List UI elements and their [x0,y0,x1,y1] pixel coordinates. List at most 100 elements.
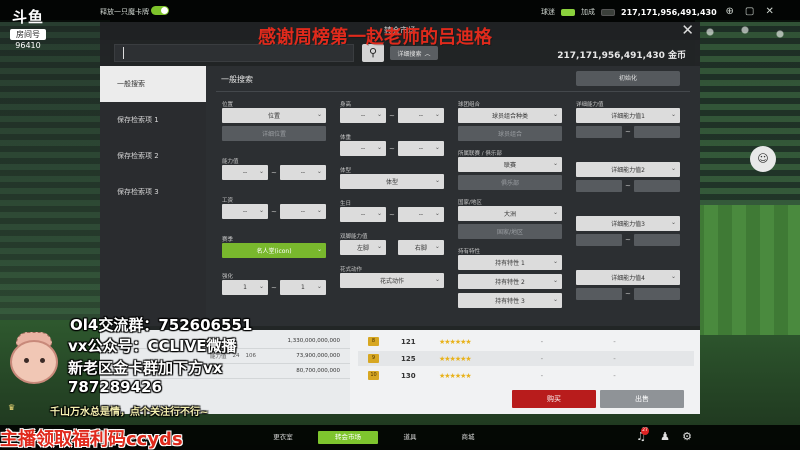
bodytype-select[interactable]: 体型 ⌄ [340,174,444,189]
left-foot-select[interactable]: 左脚 ⌄ [340,240,386,255]
birth-min-select[interactable]: -- ⌄ [340,207,386,222]
text-caret [123,47,124,59]
weight-min-select[interactable]: -- ⌄ [340,141,386,156]
topbar-right-group: 球迷 加成 217,171,956,491,430 ⊕ ▢ ✕ [541,5,777,19]
stat-3-max[interactable] [633,234,680,246]
overlay-group-qq: Ol4交流群：752606551 [70,316,253,334]
stat-1-min[interactable] [576,126,622,138]
sidebar-item-saved-2[interactable]: 保存检索项 2 [100,138,206,174]
coin-balance: 217,171,956,491,430 金币 [557,51,686,61]
club-combo-select[interactable]: 球员组合 [458,126,562,141]
league-select[interactable]: 联赛 ⌄ [458,157,562,172]
foot-selects: 左脚⌄ ~ 右脚⌄ [340,240,444,255]
salary-range: -- ⌄ ~ -- ⌄ [222,204,326,219]
stat-1-value: 详细能力值1 [611,113,645,120]
range-tilde: ~ [389,111,395,120]
league-label: 所属联赛 / 俱乐部 [458,151,502,157]
ability-min-select[interactable]: -- ⌄ [222,165,268,180]
window-icon[interactable]: ▢ [743,5,757,19]
chevron-down-icon: ⌄ [316,207,322,214]
range-tilde: ~ [625,182,631,190]
top-status-bar: 释放一只魔卡牌 球迷 加成 217,171,956,491,430 ⊕ ▢ ✕ [0,0,800,22]
topbar-coins: 217,171,956,491,430 [621,7,717,17]
close-icon[interactable]: ✕ [763,5,777,19]
range-tilde: ~ [389,210,395,219]
stat-2-select[interactable]: 详细能力值2 ⌄ [576,162,680,177]
stat-1-select[interactable]: 详细能力值1 ⌄ [576,108,680,123]
chevron-down-icon: ⌄ [316,111,322,118]
trait-1-value: 持有特性 1 [495,260,525,267]
gear-icon[interactable]: ⚙ [680,430,694,444]
plus-icon[interactable]: ⊕ [723,5,737,19]
friends-icon[interactable]: ♟ [658,430,672,444]
sidebar-item-saved-1[interactable]: 保存检索项 1 [100,102,206,138]
grade-min-select[interactable]: 1 ⌄ [222,280,268,295]
pitch [690,205,800,335]
sidebar-item-general-search[interactable]: 一般搜索 [100,66,206,102]
birth-min-value: -- [360,211,366,218]
height-max-select[interactable]: -- ⌄ [397,108,444,123]
stat-4-max[interactable] [633,288,680,300]
ability-max-select[interactable]: -- ⌄ [279,165,326,180]
sidebar-item-saved-3[interactable]: 保存检索项 3 [100,174,206,210]
fans-toggle[interactable] [561,8,575,16]
club-type-select[interactable]: 球员组合种类 ⌄ [458,108,562,123]
stat-label: 详细能力值 [576,102,604,108]
skill-select[interactable]: 花式动作 ⌄ [340,273,444,288]
salary-min-select[interactable]: -- ⌄ [222,204,268,219]
chevron-down-icon: ⌄ [434,144,440,151]
trait-1-select[interactable]: 持有特性 1 ⌄ [458,255,562,270]
height-min-select[interactable]: -- ⌄ [340,108,386,123]
topbar-toggle[interactable] [151,6,169,15]
club-select[interactable]: 俱乐部 [458,175,562,190]
season-select[interactable]: 名人堂(icon) ⌄ [222,243,326,258]
height-max-value: -- [418,112,424,119]
range-tilde: ~ [625,236,631,244]
nav-items[interactable]: 道具 [388,431,432,444]
stat-4-min[interactable] [576,288,622,300]
streamer-mascot [6,330,62,390]
overall-value: 125 [401,354,416,363]
stat-3-value: 详细能力值3 [611,221,645,228]
stat-3-select[interactable]: 详细能力值3 ⌄ [576,216,680,231]
nav-shop[interactable]: 商城 [446,431,490,444]
reset-button[interactable]: 初始化 [576,71,680,86]
nation-label: 国家/地区 [458,200,482,206]
birth-max-select[interactable]: -- ⌄ [397,207,444,222]
grade-max-select[interactable]: 1 ⌄ [279,280,326,295]
position-select[interactable]: 位置 ⌄ [222,108,326,123]
stat-3-min[interactable] [576,234,622,246]
chevron-down-icon: ⌄ [552,209,558,216]
club-value: 俱乐部 [500,180,519,187]
nav-transfer-market[interactable]: 转会市场 [318,431,378,444]
stat-4-range: ~ [576,288,680,300]
buy-button[interactable]: 购买 [512,390,596,408]
trait-3-select[interactable]: 持有特性 3 ⌄ [458,293,562,308]
right-foot-select[interactable]: 右脚 ⌄ [397,240,444,255]
listing-col-2: - [613,337,616,346]
listing-row[interactable]: 10 130 ★★★★★★ - - [358,368,694,383]
chat-icon[interactable]: ☺ [750,146,776,172]
panel-close-icon[interactable]: ✕ [681,23,694,38]
height-range: -- ⌄ ~ -- ⌄ [340,108,444,123]
stat-1-max[interactable] [633,126,680,138]
nation-select[interactable]: 国家/地区 [458,224,562,239]
stat-2-max[interactable] [633,180,680,192]
star-rating: ★★★★★★ [439,354,472,363]
stat-4-select[interactable]: 详细能力值4 ⌄ [576,270,680,285]
mascot-head [10,340,58,384]
sell-button[interactable]: 出售 [600,390,684,408]
position-detail-button[interactable]: 详细位置 [222,126,326,141]
overlay-wechat: vx公众号：CCLIVE微播 [68,337,237,355]
nav-locker-room[interactable]: 更衣室 [258,431,308,444]
bonus-toggle[interactable] [601,8,615,16]
listing-row[interactable]: 8 121 ★★★★★★ - - [358,334,694,349]
salary-max-select[interactable]: -- ⌄ [279,204,326,219]
listing-col-1: - [540,371,544,380]
weight-max-select[interactable]: -- ⌄ [397,141,444,156]
continent-select[interactable]: 大洲 ⌄ [458,206,562,221]
trait-2-select[interactable]: 持有特性 2 ⌄ [458,274,562,289]
stat-2-min[interactable] [576,180,622,192]
stadium-lights [690,20,800,50]
listing-row[interactable]: 9 125 ★★★★★★ - - [358,351,694,366]
